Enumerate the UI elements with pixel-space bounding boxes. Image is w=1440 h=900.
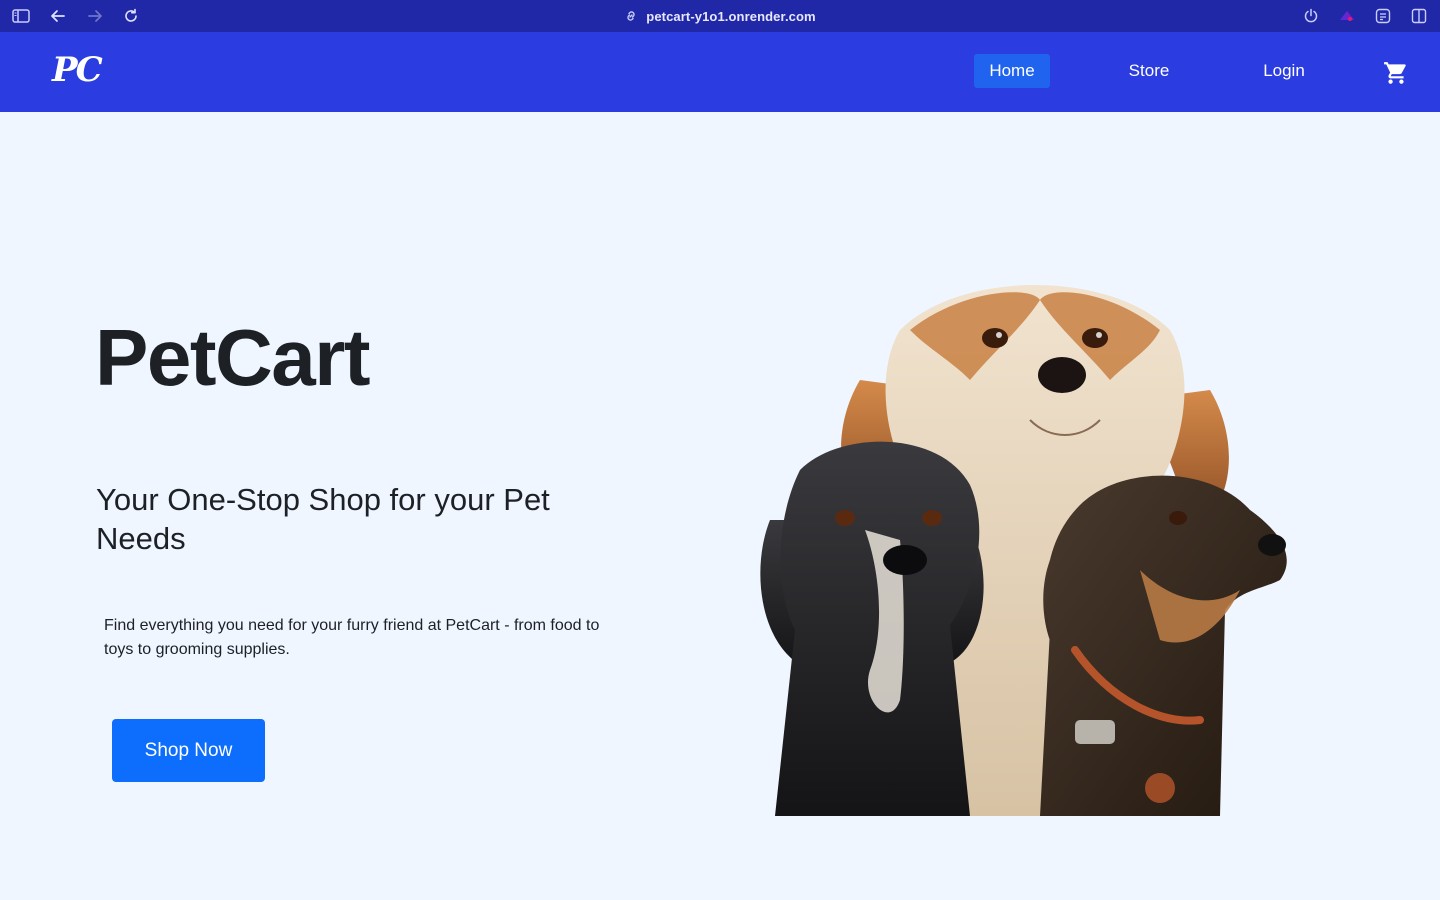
link-icon — [624, 9, 638, 23]
dogs-hero-image — [740, 270, 1300, 816]
back-arrow-icon[interactable] — [48, 6, 68, 26]
translate-icon[interactable] — [1373, 6, 1393, 26]
hero-subtitle: Your One-Stop Shop for your Pet Needs — [96, 482, 550, 556]
address-bar[interactable]: petcart-y1o1.onrender.com — [646, 9, 815, 24]
shop-now-button[interactable]: Shop Now — [112, 719, 265, 782]
hero-title: PetCart — [95, 313, 371, 402]
hero-description: Find everything you need for your furry … — [104, 617, 600, 658]
forward-arrow-icon[interactable] — [85, 6, 105, 26]
brand-logo[interactable]: PC — [52, 50, 103, 90]
nav-store-link[interactable]: Store — [1111, 54, 1187, 88]
power-icon[interactable] — [1301, 6, 1321, 26]
sidebar-toggle-icon[interactable] — [11, 6, 31, 26]
browser-toolbar: petcart-y1o1.onrender.com — [0, 0, 1440, 32]
shopping-cart-icon[interactable] — [1383, 60, 1409, 86]
nav-home-link[interactable]: Home — [974, 54, 1050, 88]
site-navbar: PC Home Store Login — [0, 32, 1440, 112]
reload-icon[interactable] — [121, 6, 141, 26]
extension-icon[interactable] — [1337, 6, 1357, 26]
nav-login-link[interactable]: Login — [1246, 54, 1322, 88]
split-view-icon[interactable] — [1409, 6, 1429, 26]
